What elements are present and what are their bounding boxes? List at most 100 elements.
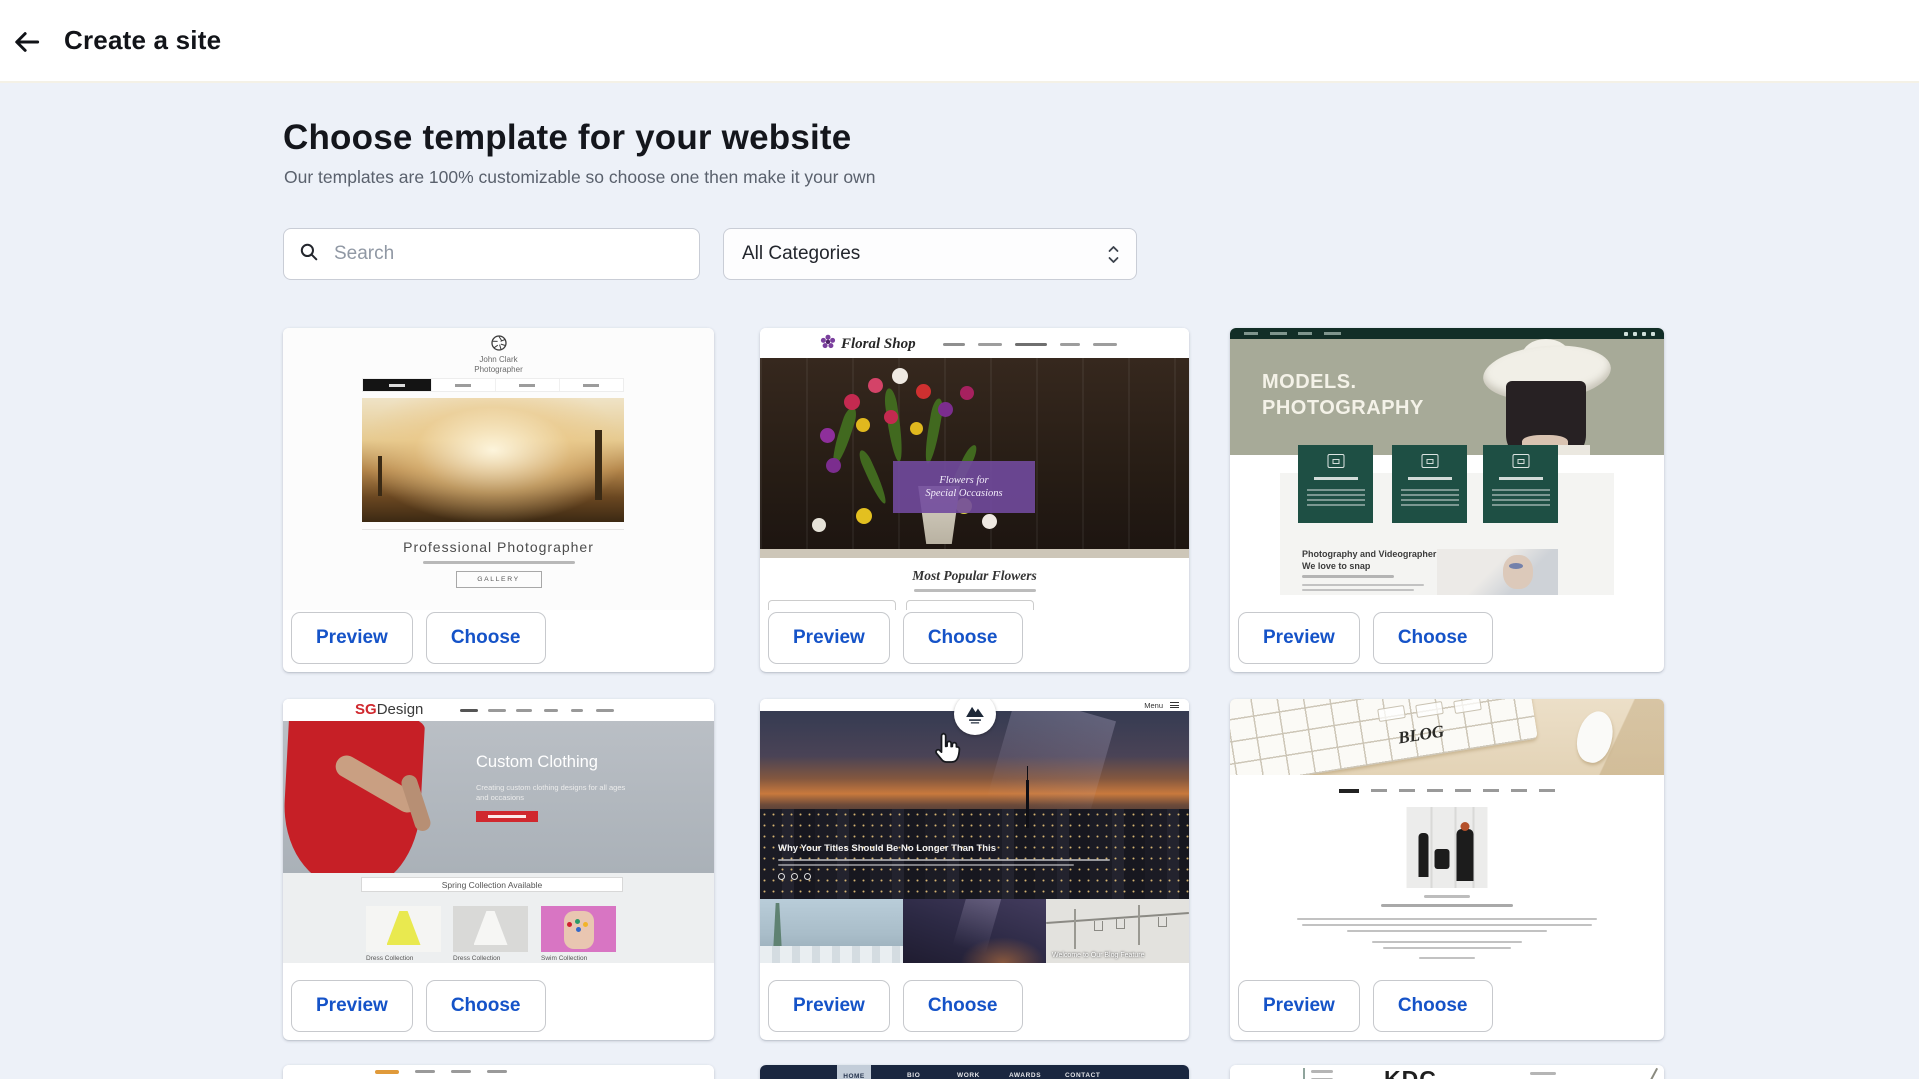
template-thumbnail[interactable]: MODELS. PHOTOGRAPHY Photography and Vide… <box>1230 328 1664 610</box>
preview-button[interactable]: Preview <box>291 612 413 664</box>
template-thumbnail[interactable]: HOME BIO WORK AWARDS CONTACT <box>760 1065 1189 1079</box>
hero-red-dress-photo: Custom Clothing Creating custom clothing… <box>283 721 714 873</box>
overlay-line1: Flowers for <box>939 475 988 486</box>
nav-item <box>495 379 559 391</box>
thumb-hero-subtitle: Creating custom clothing designs for all… <box>476 783 626 803</box>
nav-item <box>415 1070 435 1073</box>
search-box <box>283 228 700 280</box>
section-heading: Choose template for your website <box>283 118 851 158</box>
create-site-screen: Create a site Choose template for your w… <box>0 0 1919 1079</box>
text-placeholder <box>1302 575 1394 578</box>
night-sky-photo <box>903 899 1046 963</box>
thumb-brand: Floral Shop <box>820 334 916 355</box>
search-icon <box>298 241 320 268</box>
back-button[interactable] <box>8 23 46 61</box>
thumb-section-title: Most Popular Flowers <box>760 568 1189 584</box>
choose-button[interactable]: Choose <box>426 980 546 1032</box>
product-caption: Dress Collection <box>453 955 500 962</box>
category-selected-value: All Categories <box>742 243 1107 265</box>
nav-item <box>596 709 614 712</box>
portrait-photo <box>1437 549 1558 595</box>
template-card-blog-keyboard: BLOG Preview Choose <box>1230 699 1664 1040</box>
nav-item <box>978 343 1002 346</box>
text-placeholder <box>1424 895 1470 898</box>
nav-item-active: HOME <box>837 1065 871 1079</box>
choose-button[interactable]: Choose <box>1373 980 1493 1032</box>
thumb-nav-bar <box>362 378 624 392</box>
text-placeholder <box>778 859 1110 861</box>
text-placeholder <box>914 589 1036 592</box>
hero-desk-photo: BLOG <box>1230 699 1664 775</box>
thumb-logo-role: Photographer <box>283 365 714 374</box>
thumb-brand-name: Floral Shop <box>841 336 916 353</box>
social-icon <box>1651 332 1655 336</box>
brand-rest: Design <box>377 701 424 718</box>
feature-tile <box>1483 445 1558 523</box>
preview-button[interactable]: Preview <box>768 612 890 664</box>
nav-item <box>1298 332 1312 335</box>
feature-tile <box>1298 445 1373 523</box>
category-select[interactable]: All Categories <box>723 228 1137 280</box>
nav-item: BIO <box>907 1072 920 1079</box>
section-subheading: Our templates are 100% customizable so c… <box>284 167 875 188</box>
feature-tile <box>1392 445 1467 523</box>
template-thumbnail[interactable]: Floral Shop <box>760 328 1189 610</box>
nav-item <box>943 343 965 346</box>
feature-title: Photography and Videographer <box>1302 549 1436 559</box>
text-placeholder <box>1297 918 1597 920</box>
app-bar: Create a site <box>0 0 1919 83</box>
hero-model-photo: MODELS. PHOTOGRAPHY <box>1230 339 1664 455</box>
preview-button[interactable]: Preview <box>1238 980 1360 1032</box>
chevron-up-down-icon <box>1107 245 1120 264</box>
template-thumbnail[interactable] <box>283 1065 714 1079</box>
nav-item <box>571 709 583 712</box>
gallery-button: GALLERY <box>456 571 542 588</box>
strip-caption: Welcome to Our Blog Feature <box>1052 952 1144 959</box>
template-thumbnail[interactable]: SGDesign Custom Clothing Creating custom… <box>283 699 714 963</box>
text-placeholder <box>1530 1072 1556 1075</box>
choose-button[interactable]: Choose <box>903 612 1023 664</box>
search-input[interactable] <box>332 242 685 266</box>
hero-line2: PHOTOGRAPHY <box>1262 395 1424 421</box>
product-card-outline <box>906 600 1034 610</box>
nav-item <box>451 1070 471 1073</box>
choose-button[interactable]: Choose <box>426 612 546 664</box>
nav-item <box>559 379 623 391</box>
template-thumbnail[interactable]: KDC <box>1230 1065 1664 1079</box>
thumb-title: Professional Photographer <box>283 539 714 555</box>
preview-button[interactable]: Preview <box>768 980 890 1032</box>
nav-item <box>460 709 478 712</box>
nav-item <box>1244 332 1258 335</box>
product-photo <box>453 906 528 952</box>
product-caption: Dress Collection <box>366 955 413 962</box>
preview-button[interactable]: Preview <box>1238 612 1360 664</box>
thumb-nav-bar: HOME BIO WORK AWARDS CONTACT <box>760 1065 1189 1079</box>
text-placeholder <box>1419 957 1475 959</box>
nav-item-active <box>363 379 431 391</box>
choose-button[interactable]: Choose <box>1373 612 1493 664</box>
text-placeholder <box>1347 930 1547 932</box>
divider <box>362 529 624 530</box>
template-thumbnail[interactable]: BLOG <box>1230 699 1664 963</box>
product-caption: Swim Collection <box>541 955 587 962</box>
thumb-hero-title: MODELS. PHOTOGRAPHY <box>1262 369 1424 421</box>
template-thumbnail[interactable]: Menu Why Your Titles Should Be No Longer… <box>760 699 1189 963</box>
hamburger-icon <box>1170 702 1179 708</box>
choose-button[interactable]: Choose <box>903 980 1023 1032</box>
template-card-floral-shop: Floral Shop <box>760 328 1189 672</box>
carousel-dots <box>778 873 811 880</box>
template-thumbnail[interactable]: John Clark Photographer Professional Pho… <box>283 328 714 610</box>
nav-item <box>488 709 506 712</box>
ski-lift-sketch-photo: Welcome to Our Blog Feature <box>1046 899 1189 963</box>
preview-button[interactable]: Preview <box>291 980 413 1032</box>
nav-item <box>544 709 558 712</box>
nav-item <box>1324 332 1341 335</box>
collection-section: Spring Collection Available Dress Collec… <box>283 873 714 963</box>
table-edge <box>760 549 1189 558</box>
overlay-line2: Special Occasions <box>925 488 1002 499</box>
social-icon <box>1624 332 1628 336</box>
social-icon <box>1642 332 1646 336</box>
template-card-bottom-left <box>283 1065 714 1079</box>
page-title: Create a site <box>64 0 221 83</box>
image-icon <box>1421 454 1438 468</box>
